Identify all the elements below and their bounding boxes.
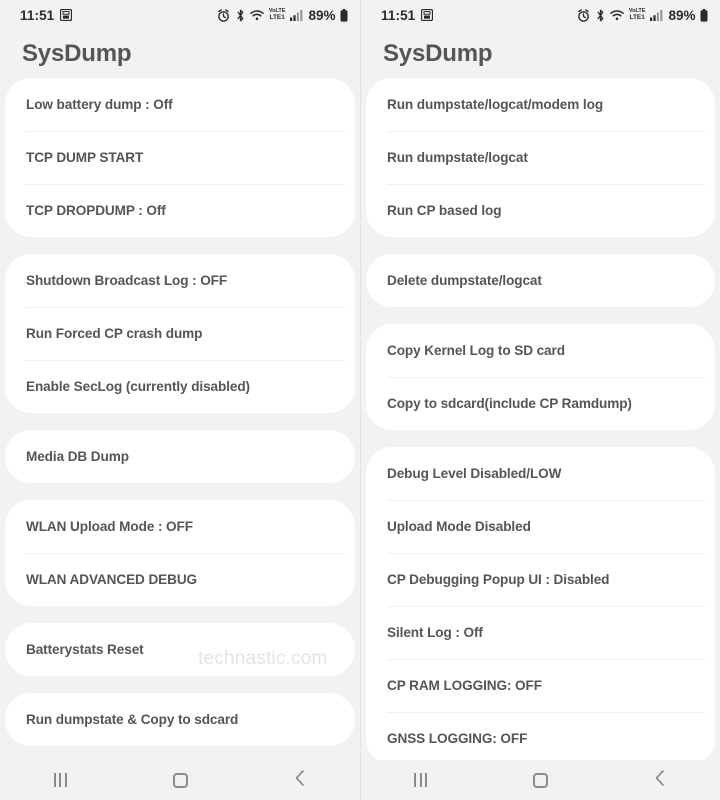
list-item[interactable]: Low battery dump : Off — [5, 78, 355, 131]
bluetooth-icon — [235, 9, 246, 22]
settings-group: Delete dumpstate/logcat — [366, 254, 715, 307]
bluetooth-icon — [595, 9, 606, 22]
volte-lte1-icon: VoLTE LTE1 — [629, 8, 646, 21]
status-bar-left: 11:51 — [20, 7, 73, 23]
wifi-icon — [610, 9, 625, 21]
list-item[interactable]: Silent Log : Off — [366, 606, 715, 659]
screenshot-icon — [60, 9, 73, 21]
home-icon — [172, 772, 188, 788]
status-bar: 11:51 VoLTE LTE1 89% — [0, 0, 360, 30]
settings-group: WLAN Upload Mode : OFF WLAN ADVANCED DEB… — [5, 500, 355, 606]
list-item[interactable]: TCP DROPDUMP : Off — [5, 184, 355, 237]
wifi-icon — [250, 9, 265, 21]
recents-button[interactable] — [391, 760, 451, 800]
left-screen: 11:51 VoLTE LTE1 89% SysDump Low battery… — [0, 0, 360, 800]
list-item[interactable]: Run dumpstate/logcat/modem log — [366, 78, 715, 131]
settings-group: Batterystats Reset — [5, 623, 355, 676]
settings-group: Low battery dump : Off TCP DUMP START TC… — [5, 78, 355, 237]
list-item[interactable]: Run Forced CP crash dump — [5, 307, 355, 360]
navigation-bar — [0, 760, 360, 800]
settings-group: Media DB Dump — [5, 430, 355, 483]
list-item[interactable]: Copy Kernel Log to SD card — [366, 324, 715, 377]
list-item[interactable]: CP Debugging Popup UI : Disabled — [366, 553, 715, 606]
dual-screenshot-container: 11:51 VoLTE LTE1 89% SysDump Low battery… — [0, 0, 720, 800]
back-button[interactable] — [630, 760, 690, 800]
alarm-icon — [577, 8, 590, 22]
signal-bars-icon — [289, 9, 303, 21]
status-bar-left: 11:51 — [381, 7, 434, 23]
status-bar-clock: 11:51 — [20, 7, 55, 23]
battery-icon — [340, 8, 348, 22]
settings-group: Run dumpstate/logcat/modem log Run dumps… — [366, 78, 715, 237]
list-item[interactable]: Batterystats Reset — [5, 623, 355, 676]
list-item[interactable]: Run dumpstate & Copy to sdcard — [5, 693, 355, 746]
settings-group: Copy Kernel Log to SD card Copy to sdcar… — [366, 324, 715, 430]
battery-percent-label: 89% — [308, 7, 336, 23]
list-item[interactable]: TCP DUMP START — [5, 131, 355, 184]
list-item[interactable]: Debug Level Disabled/LOW — [366, 447, 715, 500]
screenshot-icon — [421, 9, 434, 21]
back-button[interactable] — [270, 760, 330, 800]
lte1-label: LTE1 — [269, 13, 285, 21]
home-button[interactable] — [150, 760, 210, 800]
settings-group: Shutdown Broadcast Log : OFF Run Forced … — [5, 254, 355, 413]
signal-bars-icon — [649, 9, 663, 21]
list-item[interactable]: Enable SecLog (currently disabled) — [5, 360, 355, 413]
status-bar: 11:51 VoLTE LTE1 89% — [361, 0, 720, 30]
settings-group: Run dumpstate & Copy to sdcard — [5, 693, 355, 746]
list-item[interactable]: WLAN ADVANCED DEBUG — [5, 553, 355, 606]
back-icon — [653, 769, 667, 792]
list-item[interactable]: Media DB Dump — [5, 430, 355, 483]
home-button[interactable] — [510, 760, 570, 800]
settings-list-left[interactable]: Low battery dump : Off TCP DUMP START TC… — [0, 78, 360, 800]
status-bar-clock: 11:51 — [381, 7, 416, 23]
recents-icon — [414, 773, 428, 787]
battery-icon — [700, 8, 708, 22]
recents-button[interactable] — [30, 760, 90, 800]
status-bar-right: VoLTE LTE1 89% — [577, 8, 708, 23]
list-item[interactable]: GNSS LOGGING: OFF — [366, 712, 715, 765]
list-item[interactable]: CP RAM LOGGING: OFF — [366, 659, 715, 712]
right-screen: 11:51 VoLTE LTE1 89% SysDump Run dumpsta… — [360, 0, 720, 800]
list-item[interactable]: Shutdown Broadcast Log : OFF — [5, 254, 355, 307]
back-icon — [293, 769, 307, 792]
list-item[interactable]: Run dumpstate/logcat — [366, 131, 715, 184]
lte1-label: LTE1 — [629, 13, 645, 21]
list-item[interactable]: Copy to sdcard(include CP Ramdump) — [366, 377, 715, 430]
list-item[interactable]: Upload Mode Disabled — [366, 500, 715, 553]
navigation-bar — [361, 760, 720, 800]
volte-lte1-icon: VoLTE LTE1 — [269, 8, 286, 21]
alarm-icon — [217, 8, 230, 22]
settings-group: Debug Level Disabled/LOW Upload Mode Dis… — [366, 447, 715, 765]
status-bar-right: VoLTE LTE1 89% — [217, 8, 348, 23]
list-item[interactable]: Run CP based log — [366, 184, 715, 237]
recents-icon — [53, 773, 67, 787]
list-item[interactable]: Delete dumpstate/logcat — [366, 254, 715, 307]
home-icon — [532, 772, 548, 788]
battery-percent-label: 89% — [668, 7, 696, 23]
settings-list-right[interactable]: Run dumpstate/logcat/modem log Run dumps… — [361, 78, 720, 800]
list-item[interactable]: WLAN Upload Mode : OFF — [5, 500, 355, 553]
